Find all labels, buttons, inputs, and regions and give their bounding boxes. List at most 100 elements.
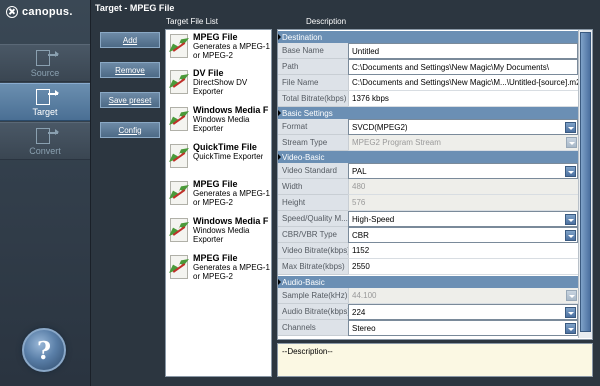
windows-media-file-icon [168,216,192,247]
remove-button[interactable]: Remove [100,62,160,78]
target-file-list[interactable]: MPEG File Generates a MPEG-1 or MPEG-2 DV… [165,29,272,377]
prop-row-file-name: File Name C:\Documents and Settings\New … [278,75,578,91]
max-bitrate-input[interactable]: 2550 [348,259,578,275]
convert-icon [30,126,60,146]
file-name-value: C:\Documents and Settings\New Magic\M...… [348,75,578,91]
list-item-desc: DirectShow DV Exporter [193,78,248,96]
prop-label: Video Standard [278,163,348,179]
left-nav-panel: canopus. Source Target Convert ? [0,0,91,386]
list-item-desc: Generates a MPEG-1 or MPEG-2 [193,263,270,281]
video-bitrate-input[interactable]: 1152 [348,243,578,259]
video-standard-select[interactable]: PAL [348,163,578,179]
list-item[interactable]: MPEG File Generates a MPEG-1 or MPEG-2 [168,32,271,65]
list-item-name: QuickTime File [193,142,257,152]
prop-label: Video Bitrate(kbps) [278,243,348,259]
prop-row-width: Width 480 [278,179,578,195]
nav-convert-label: Convert [29,146,61,156]
mpeg-file-icon [168,32,192,63]
format-select[interactable]: SVCD(MPEG2) [348,119,578,135]
description-box: --Description-- [277,343,593,377]
mpeg-file-icon [168,179,192,210]
list-item[interactable]: MPEG File Generates a MPEG-1 or MPEG-2 [168,179,271,212]
speed-quality-select[interactable]: High-Speed [348,211,578,227]
nav-target-button[interactable]: Target [0,83,90,121]
section-basic-settings[interactable]: Basic Settings [278,107,578,119]
prop-row-base-name: Base Name Untitled [278,43,578,59]
prop-label: Max Bitrate(kbps) [278,259,348,275]
prop-label: Stream Type [278,135,348,151]
property-grid: Destination Base Name Untitled Path C:\D… [277,29,593,340]
list-item-name: MPEG File [193,253,238,263]
base-name-input[interactable]: Untitled [348,43,578,59]
prop-row-sample-rate: Sample Rate(kHz) 44.100 [278,288,578,304]
scrollbar-thumb[interactable] [580,32,591,332]
prop-row-video-bitrate: Video Bitrate(kbps) 1152 [278,243,578,259]
chevron-down-icon [566,137,577,148]
list-item[interactable]: Windows Media F Windows Media Exporter [168,216,271,249]
quicktime-file-icon [168,142,192,173]
list-item-desc: Generates a MPEG-1 or MPEG-2 [193,189,270,207]
chevron-down-icon[interactable] [565,323,576,334]
prop-row-max-bitrate: Max Bitrate(kbps) 2550 [278,259,578,275]
source-icon [30,48,60,68]
list-item-desc: Generates a MPEG-1 or MPEG-2 [193,42,270,60]
save-preset-button[interactable]: Save preset [100,92,160,108]
audio-bitrate-value: 224 [352,307,366,317]
prop-label: File Name [278,75,348,91]
width-field: 480 [348,179,578,195]
stream-type-select: MPEG2 Program Stream [348,135,578,151]
chevron-down-icon[interactable] [565,307,576,318]
logo-text: canopus. [22,6,73,18]
list-item-name: MPEG File [193,32,238,42]
prop-row-total-bitrate: Total Bitrate(kbps) 1376 kbps [278,91,578,107]
list-item[interactable]: DV File DirectShow DV Exporter [168,68,271,101]
list-item[interactable]: Windows Media F Windows Media Exporter [168,105,271,138]
prop-label: Speed/Quality M... [278,211,348,227]
nav-source-label: Source [30,68,60,78]
list-item-name: Windows Media F [193,105,269,115]
dv-file-icon [168,68,192,99]
prop-row-path: Path C:\Documents and Settings\New Magic… [278,59,578,75]
prop-row-video-standard: Video Standard PAL [278,163,578,179]
chevron-down-icon[interactable] [565,122,576,133]
nav-source-button[interactable]: Source [0,44,90,82]
list-item[interactable]: QuickTime File QuickTime Exporter [168,142,271,175]
list-item-name: DV File [193,68,224,78]
prop-label: Width [278,179,348,195]
chevron-down-icon[interactable] [565,166,576,177]
section-destination[interactable]: Destination [278,31,578,43]
section-video-basic[interactable]: Video-Basic [278,151,578,163]
audio-bitrate-select[interactable]: 224 [348,304,578,320]
nav-convert-button[interactable]: Convert [0,122,90,160]
prop-label: Base Name [278,43,348,59]
height-field: 576 [348,195,578,211]
prop-label: Channels [278,320,348,336]
list-item[interactable]: MPEG File Generates a MPEG-1 or MPEG-2 [168,253,271,286]
property-scrollbar[interactable] [578,30,592,338]
section-audio-basic[interactable]: Audio-Basic [278,276,578,288]
add-button[interactable]: Add [100,32,160,48]
chevron-down-icon[interactable] [565,230,576,241]
prop-row-speed-quality: Speed/Quality M... High-Speed [278,211,578,227]
list-item-name: Windows Media F [193,216,269,226]
prop-row-channels: Channels Stereo [278,320,578,336]
prop-label: Audio Bitrate(kbps) [278,304,348,320]
chevron-down-icon[interactable] [565,214,576,225]
prop-row-format: Format SVCD(MPEG2) [278,119,578,135]
sample-rate-select: 44.100 [348,288,578,304]
file-list-header: Target File List [166,17,219,26]
list-item-desc: Windows Media Exporter [193,226,250,244]
format-value: SVCD(MPEG2) [352,122,408,132]
prop-row-stream-type: Stream Type MPEG2 Program Stream [278,135,578,151]
prop-row-height: Height 576 [278,195,578,211]
help-button[interactable]: ? [22,328,66,372]
path-input[interactable]: C:\Documents and Settings\New Magic\My D… [348,59,578,75]
prop-label: CBR/VBR Type [278,227,348,243]
channels-select[interactable]: Stereo [348,320,578,336]
list-item-name: MPEG File [193,179,238,189]
config-button[interactable]: Config [100,122,160,138]
cbr-vbr-value: CBR [352,230,369,240]
target-icon [30,87,60,107]
canopus-logo: canopus. [6,5,73,19]
cbr-vbr-select[interactable]: CBR [348,227,578,243]
